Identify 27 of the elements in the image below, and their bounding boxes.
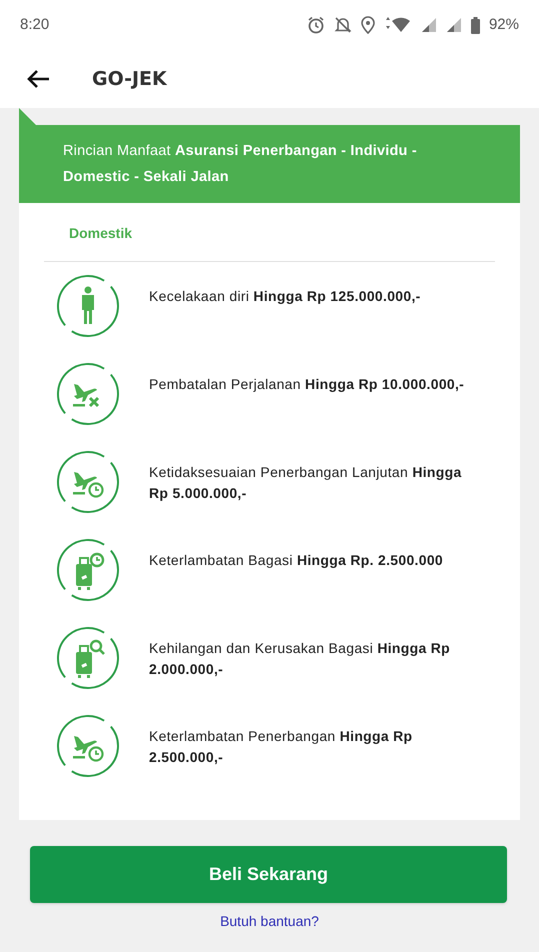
benefit-text: Pembatalan Perjalanan Hingga Rp 10.000.000,- [149, 375, 466, 394]
signal-icon [446, 17, 462, 33]
signal-icon [420, 17, 437, 33]
luggage-search-icon [56, 626, 120, 690]
bell-off-icon [334, 16, 352, 34]
app-title: GO-JEK [92, 66, 167, 92]
battery-level: 92% [488, 14, 519, 35]
help-link[interactable]: Butuh bantuan? [220, 911, 319, 932]
battery-icon [470, 16, 480, 34]
plane-clock-icon [56, 714, 120, 778]
luggage-clock-icon [56, 538, 120, 602]
benefit-text: Kecelakaan diri Hingga Rp 125.000.000,- [149, 287, 422, 306]
benefit-text: Kehilangan dan Kerusakan Bagasi Hingga Rp 2.000.000,- [149, 639, 452, 679]
back-arrow-icon [26, 69, 50, 89]
alarm-icon [306, 16, 325, 34]
benefit-text: Keterlambatan Bagasi Hingga Rp. 2.500.000 [149, 551, 444, 570]
plane-cancel-icon [56, 362, 120, 426]
benefit-text: Ketidaksesuaian Penerbangan Lanjutan Hingga Rp 5.000.000,- [149, 463, 463, 503]
person-icon [56, 274, 120, 338]
plane-clock-icon [56, 450, 120, 514]
status-time: 8:20 [20, 14, 50, 35]
benefit-text: Keterlambatan Penerbangan Hingga Rp 2.500.000,- [149, 727, 414, 767]
banner-text: Rincian Manfaat Asuransi Penerbangan - Individu - Domestic - Sekali Jalan [63, 142, 418, 187]
buy-now-button[interactable]: Beli Sekarang [30, 846, 507, 903]
wifi-icon [384, 16, 412, 34]
location-icon [360, 16, 375, 34]
section-title: Domestik [68, 224, 134, 243]
